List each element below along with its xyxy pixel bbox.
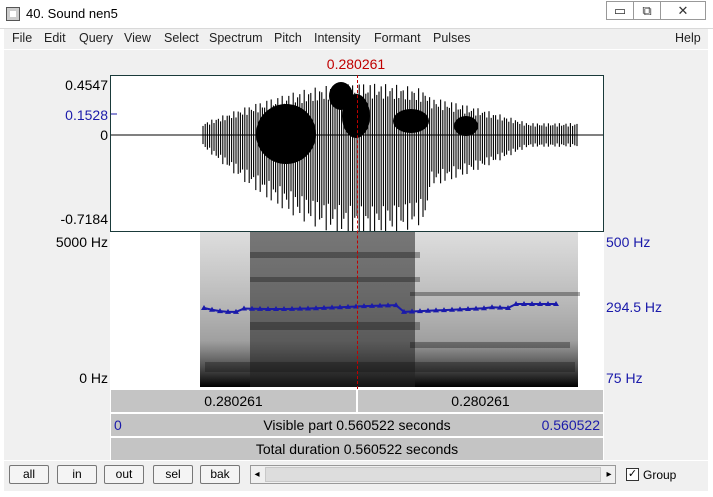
menu-help[interactable]: Help	[675, 31, 701, 45]
menu-spectrum[interactable]: Spectrum	[209, 31, 263, 45]
cursor-line	[357, 75, 358, 389]
menu-pitch[interactable]: Pitch	[274, 31, 302, 45]
zoom-back-button[interactable]: bak	[200, 465, 240, 484]
spectrogram-max-label: 5000 Hz	[55, 234, 108, 250]
waveform-min-label: -0.7184	[60, 211, 108, 227]
menu-select[interactable]: Select	[164, 31, 199, 45]
zoom-selection-button[interactable]: sel	[153, 465, 193, 484]
pitch-value-label: 294.5 Hz	[606, 299, 663, 315]
group-checkbox[interactable]: ✓	[626, 468, 639, 481]
group-label: Group	[643, 468, 677, 482]
window-title: 40. Sound nen5	[26, 6, 118, 21]
waveform-signal	[202, 82, 578, 231]
time-bar-left-segment[interactable]: 0.280261	[110, 389, 357, 413]
menu-edit[interactable]: Edit	[44, 31, 66, 45]
menu-pulses[interactable]: Pulses	[433, 31, 471, 45]
menu-query[interactable]: Query	[79, 31, 113, 45]
total-duration-bar[interactable]: Total duration 0.560522 seconds	[110, 437, 604, 461]
time-bar-right-segment[interactable]: 0.280261	[357, 389, 604, 413]
menu-formant[interactable]: Formant	[374, 31, 421, 45]
menu-view[interactable]: View	[124, 31, 151, 45]
waveform-zero-label: 0	[100, 127, 108, 143]
waveform-cursor-value-label: 0.1528	[65, 107, 108, 123]
visible-part-label: Visible part 0.560522 seconds	[263, 417, 451, 433]
scroll-left-icon[interactable]: ◂	[251, 466, 263, 483]
cursor-time-label: 0.280261	[326, 56, 386, 72]
menu-intensity[interactable]: Intensity	[314, 31, 361, 45]
menu-bar: File Edit Query View Select Spectrum Pit…	[4, 29, 708, 49]
app-icon	[6, 7, 20, 21]
zoom-out-button[interactable]: out	[104, 465, 144, 484]
pitch-max-label: 500 Hz	[606, 234, 651, 250]
visible-start-label: 0	[114, 417, 122, 433]
waveform-max-label: 0.4547	[65, 77, 108, 93]
spectrogram-min-label: 0 Hz	[79, 370, 108, 386]
horizontal-scrollbar[interactable]: ◂ ▸	[250, 465, 616, 484]
close-button[interactable]: ✕	[660, 1, 706, 20]
zoom-all-button[interactable]: all	[9, 465, 49, 484]
restore-button[interactable]: ⧉	[633, 1, 661, 20]
pitch-min-label: 75 Hz	[606, 370, 643, 386]
scrollbar-thumb[interactable]	[265, 467, 601, 482]
title-bar: 40. Sound nen5 ▭ ⧉ ✕	[0, 0, 713, 29]
visible-part-bar[interactable]: 0 Visible part 0.560522 seconds 0.560522	[110, 413, 604, 437]
menu-file[interactable]: File	[12, 31, 32, 45]
scroll-right-icon[interactable]: ▸	[603, 466, 615, 483]
zoom-in-button[interactable]: in	[57, 465, 97, 484]
visible-end-label: 0.560522	[541, 417, 600, 433]
minimize-button[interactable]: ▭	[606, 1, 634, 20]
